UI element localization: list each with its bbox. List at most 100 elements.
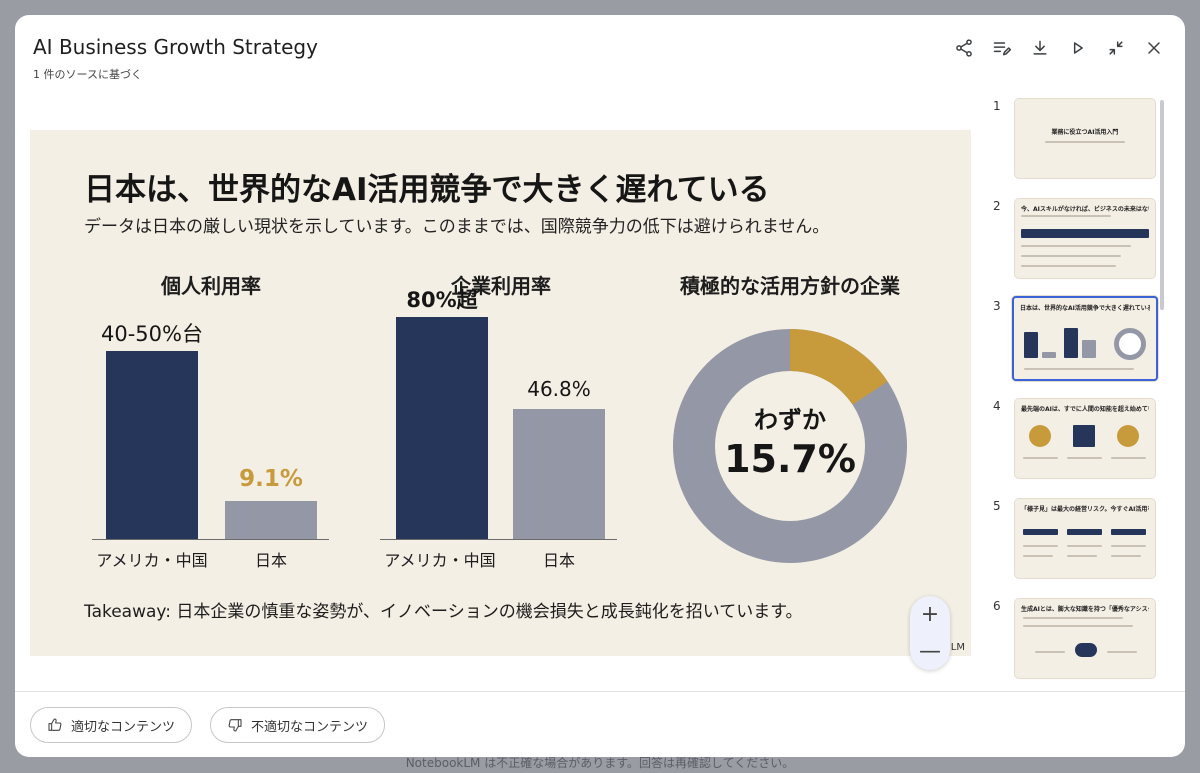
thumbnail-slide-5[interactable]: 「様子見」は最大の経営リスク。今すぐAI活用を始めるべき3つの理由 [1015,499,1155,578]
thumbnail-text-line [1021,255,1121,257]
edit-notes-button[interactable] [989,35,1015,61]
play-icon [1073,42,1083,54]
thumbnail-number: 2 [993,199,1001,213]
thumbnail-text-line [1075,643,1097,657]
edit-list-icon [993,42,1012,56]
play-button[interactable] [1065,35,1091,61]
donut-center-label: わずか 15.7% [670,400,910,481]
bad-content-button[interactable]: 不適切なコンテンツ [210,707,386,743]
thumbnail-title: 今、AIスキルがなければ、ビジネスの未来はない [1021,206,1149,213]
thumbnail-text-line [1114,328,1146,360]
thumbnail-text-line [1023,545,1058,547]
thumbnail-text-line [1021,229,1149,238]
thumbnail-text-line [1107,651,1137,653]
zoom-out-button[interactable]: — [919,640,941,663]
thumbnail-text-line [1021,215,1111,217]
thumbnail-text-line [1021,245,1131,247]
thumbnail-slide-3[interactable]: 日本は、世界的なAI活用競争で大きく遅れている [1012,296,1158,381]
thumbnail-text-line [1067,545,1102,547]
viewer-toolbar [951,35,1167,61]
bar-corporate-japan [513,409,605,539]
thumbnail-text-line [1073,425,1095,447]
donut-label-value: 15.7% [724,437,856,481]
bar-value-label: 40-50%台 [101,322,203,346]
thumbnail-text-line [1024,332,1038,358]
download-button[interactable] [1027,35,1053,61]
thumbnail-number: 1 [993,99,1001,113]
thumbnail-title: 生成AIとは、膨大な知識を持つ「優秀なアシスタント」である [1021,606,1149,613]
thumbnail-text-line [1029,425,1051,447]
thumbnail-text-line [1023,617,1123,619]
thumbnail-number: 3 [993,299,1001,313]
thumbnail-text-line [1023,625,1133,627]
thumbnail-text-line [1111,529,1146,535]
bar-value-label: 9.1% [239,466,303,492]
slide-heading: 日本は、世界的なAI活用競争で大きく遅れている [84,172,770,208]
thumbnail-slide-1[interactable]: 業務に役立つAI活用入門 [1015,99,1155,178]
zoom-in-button[interactable]: + [921,603,939,626]
slide-subheading: データは日本の厳しい現状を示しています。このままでは、国際競争力の低下は避けられ… [84,217,830,237]
collapse-icon [1109,41,1123,55]
collapse-button[interactable] [1103,35,1129,61]
bar-value-label: 80%超 [406,288,478,312]
thumbnail-scrollbar[interactable] [1160,100,1164,310]
thumbnail-text-line [1067,457,1102,459]
thumbnail-text-line [1023,529,1058,535]
bar-value-label: 46.8% [527,377,591,401]
thumbs-up-icon [48,718,62,731]
thumbnail-text-line [1023,555,1053,557]
thumbnail-text-line [1064,328,1078,358]
thumbnail-title: 業務に役立つAI活用入門 [1051,129,1119,136]
thumbnail-text-line [1045,141,1125,143]
thumbnail-number: 5 [993,499,1001,513]
thumbnail-title: 日本は、世界的なAI活用競争で大きく遅れている [1020,305,1150,312]
thumbnail-slide-6[interactable]: 生成AIとは、膨大な知識を持つ「優秀なアシスタント」である [1015,599,1155,678]
thumbnail-text-line [1023,457,1058,459]
thumbnail-text-line [1067,555,1097,557]
slide-takeaway: Takeaway: 日本企業の慎重な姿勢が、イノベーションの機会損失と成長鈍化を… [84,602,803,622]
good-content-label: 適切なコンテンツ [71,719,176,735]
chart-baseline [92,539,329,540]
viewer-title: AI Business Growth Strategy [33,35,318,59]
thumbnail-text-line [1111,545,1146,547]
share-button[interactable] [951,35,977,61]
bad-content-label: 不適切なコンテンツ [251,719,369,735]
close-button[interactable] [1141,35,1167,61]
thumbnail-title: 「様子見」は最大の経営リスク。今すぐAI活用を始めるべき3つの理由 [1021,506,1149,513]
share-icon [956,39,972,57]
thumbnail-text-line [1082,340,1096,358]
category-label: アメリカ・中国 [96,551,208,570]
thumbnail-text-line [1021,265,1116,267]
chart-title-individual: 個人利用率 [161,274,261,298]
thumbnail-text-line [1024,368,1134,370]
current-slide: 日本は、世界的なAI活用競争で大きく遅れている データは日本の厳しい現状を示して… [30,130,971,656]
thumbnail-slide-2[interactable]: 今、AIスキルがなければ、ビジネスの未来はない [1015,199,1155,278]
good-content-button[interactable]: 適切なコンテンツ [30,707,193,743]
thumbnail-text-line [1111,457,1146,459]
donut-label-top: わずか [754,406,826,434]
thumbnail-text-line [1042,352,1056,358]
slide-thumbnail-list[interactable]: 1 業務に役立つAI活用入門 2 今、AIスキルがなければ、ビジネスの未来はない… [985,97,1165,689]
category-label: アメリカ・中国 [384,551,496,570]
bar-individual-japan [225,501,317,539]
thumbnail-text-line [1111,555,1141,557]
bar-corporate-us-china [396,317,488,539]
slide-viewer-modal: AI Business Growth Strategy 1 件のソースに基づく … [15,15,1185,757]
thumbnail-text-line [1117,425,1139,447]
zoom-controls: + — [910,596,950,670]
thumbnail-number: 6 [993,599,1001,613]
notebooklm-brand: LM [950,642,965,653]
footer-divider [15,691,1185,692]
category-label: 日本 [254,551,287,570]
thumbnail-number: 4 [993,399,1001,413]
thumbnail-slide-4[interactable]: 最先端のAIは、すでに人間の知能を超え始めている [1015,399,1155,478]
download-icon [1033,40,1047,55]
thumbnail-text-line [1035,651,1065,653]
chart-title-active-policy: 積極的な活用方針の企業 [680,274,900,298]
chart-baseline [380,539,617,540]
category-label: 日本 [542,551,575,570]
thumbnail-text-line [1067,529,1102,535]
thumbs-down-icon [228,719,242,732]
viewer-subtitle: 1 件のソースに基づく [33,68,142,81]
bar-individual-us-china [106,351,198,539]
